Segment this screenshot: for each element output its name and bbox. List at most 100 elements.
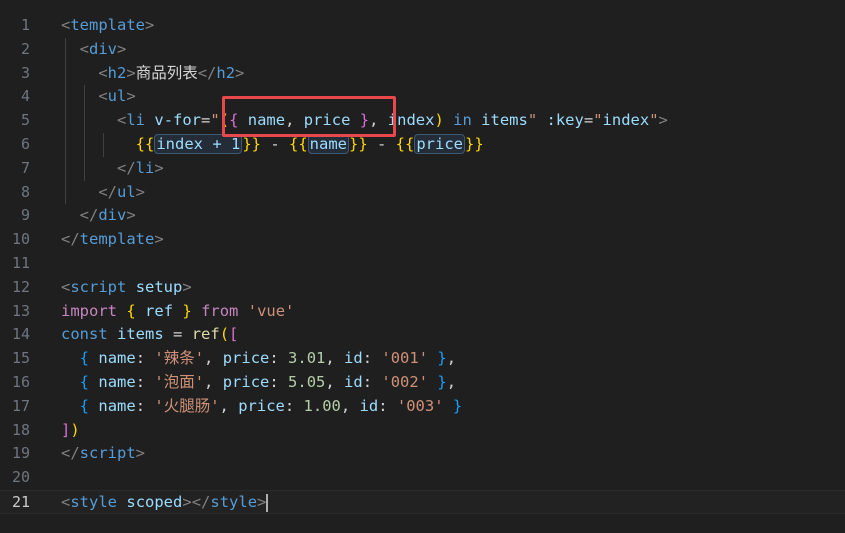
code-token: items — [481, 111, 528, 130]
code-token: script — [70, 277, 127, 296]
code-token: ) — [70, 420, 80, 439]
line-number: 11 — [11, 254, 30, 272]
code-token: h2 — [216, 63, 236, 82]
code-token: { — [79, 396, 90, 415]
code-token: ( — [219, 325, 230, 344]
line-number: 1 — [20, 16, 30, 34]
code-token: name — [98, 349, 136, 368]
code-token: > — [182, 493, 192, 511]
code-token: < — [98, 63, 108, 82]
code-token: { — [79, 349, 90, 368]
line-number: 6 — [20, 135, 30, 153]
code-line[interactable]: 16 { name: '泡面', price: 5.05, id: '002' … — [0, 371, 845, 395]
code-line[interactable]: 17 { name: '火腿肠', price: 1.00, id: '003'… — [0, 395, 845, 419]
code-text: import { ref } from 'vue' — [61, 300, 294, 324]
code-line[interactable]: 14 const items = ref([ — [0, 323, 845, 347]
code-token: '001' — [381, 349, 429, 368]
code-line[interactable]: 11 — [0, 252, 845, 276]
inline-hint-token: price — [414, 134, 466, 154]
code-token: price — [238, 396, 285, 415]
code-line[interactable]: 21 <style scoped></style> — [0, 490, 845, 514]
code-text: <div> — [61, 38, 127, 62]
code-token: </ — [79, 206, 99, 225]
code-token: } — [452, 396, 463, 415]
code-token: :key — [546, 111, 584, 130]
code-line[interactable]: 20 — [0, 466, 845, 490]
code-token: li — [126, 111, 146, 130]
code-token: : — [135, 396, 155, 415]
code-token: }} — [242, 135, 261, 153]
line-number: 10 — [11, 230, 30, 249]
code-text: <template> — [61, 14, 154, 38]
code-text: <script setup> — [61, 276, 192, 300]
code-line[interactable]: 1 <template> — [0, 14, 845, 38]
text-cursor — [266, 493, 269, 512]
code-line[interactable]: 3 <h2>商品列表</h2> — [0, 62, 845, 86]
line-number: 13 — [11, 301, 30, 320]
code-token: {{ — [135, 135, 155, 153]
code-token: " — [649, 111, 659, 130]
code-token: > — [126, 63, 136, 82]
code-token: div — [89, 39, 118, 58]
code-text: </div> — [61, 204, 136, 228]
code-line[interactable]: 6 {{index + 1}} - {{name}} - {{price}} — [0, 133, 845, 157]
code-token: price — [222, 349, 270, 368]
code-token: name — [98, 373, 136, 391]
code-line[interactable]: 10 </template> — [0, 228, 845, 252]
code-line[interactable]: 19 </script> — [0, 442, 845, 466]
code-line[interactable]: 2 <div> — [0, 38, 845, 62]
code-token: </ — [197, 63, 217, 82]
code-line[interactable]: 4 <ul> — [0, 85, 845, 109]
code-token: ) — [434, 111, 444, 130]
code-line[interactable]: 18]) — [0, 419, 845, 443]
code-token: > — [117, 39, 127, 58]
code-token: template — [70, 16, 145, 34]
code-text: { name: '泡面', price: 5.05, id: '002' }, — [61, 371, 456, 395]
code-token: , — [446, 373, 457, 391]
code-token: id — [344, 349, 363, 368]
code-line[interactable]: 15 { name: '辣条', price: 3.01, id: '001' … — [0, 347, 845, 371]
line-number: 21 — [11, 493, 30, 511]
code-line[interactable]: 5 <li v-for="({ name, price }, index) in… — [0, 109, 845, 133]
code-editor[interactable]: 1 <template> 2 <div> 3 <h2>商品列表</h2> 4 <ul> 5… — [0, 0, 845, 533]
code-token: > — [235, 63, 245, 82]
code-text: </template> — [61, 228, 164, 252]
code-token: : — [378, 396, 397, 415]
code-token: id — [359, 396, 379, 415]
code-line[interactable]: 13 import { ref } from 'vue' — [0, 300, 845, 324]
code-token: '辣条' — [154, 349, 205, 368]
code-token: < — [117, 111, 127, 130]
code-line[interactable]: 12 <script setup> — [0, 276, 845, 300]
code-token: '002' — [381, 373, 429, 391]
code-token: from — [201, 301, 239, 320]
code-token: , — [325, 373, 345, 391]
line-number: 14 — [11, 325, 30, 344]
code-token: , — [325, 349, 345, 368]
line-number: 18 — [11, 420, 30, 439]
code-token: : — [269, 349, 289, 368]
code-token: style — [70, 493, 118, 511]
line-number: 4 — [20, 87, 30, 106]
code-token: - — [261, 135, 289, 153]
code-line[interactable]: 8 </ul> — [0, 181, 845, 205]
code-text: </li> — [61, 157, 164, 181]
code-token: in — [453, 111, 472, 130]
code-token: h2 — [107, 63, 127, 82]
code-token: , — [446, 349, 457, 368]
code-token: import — [61, 301, 117, 320]
code-token: {{ — [395, 135, 415, 153]
code-line[interactable]: 7 </li> — [0, 157, 845, 181]
code-line[interactable]: 9 </div> — [0, 204, 845, 228]
